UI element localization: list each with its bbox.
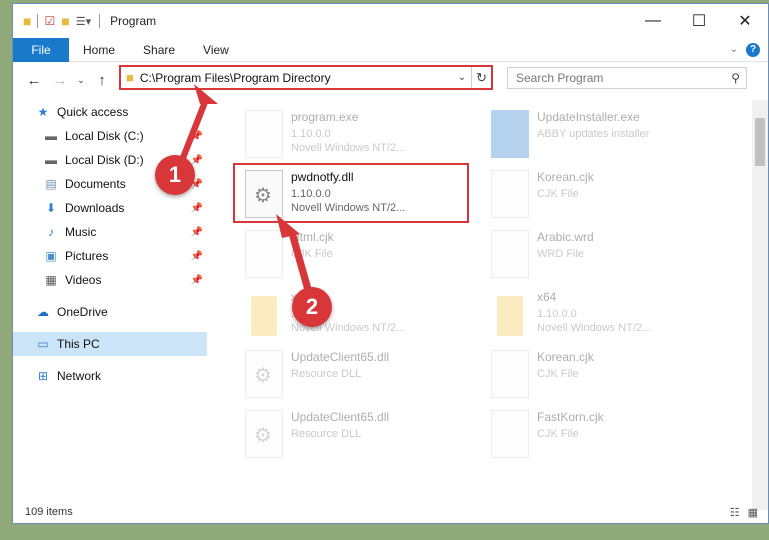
- arrow-1-head: [194, 84, 218, 104]
- arrow-2-head: [276, 214, 300, 238]
- step-badge-1: 1: [155, 155, 195, 195]
- step-badge-2: 2: [292, 287, 332, 327]
- annotation-arrows: [174, 84, 313, 296]
